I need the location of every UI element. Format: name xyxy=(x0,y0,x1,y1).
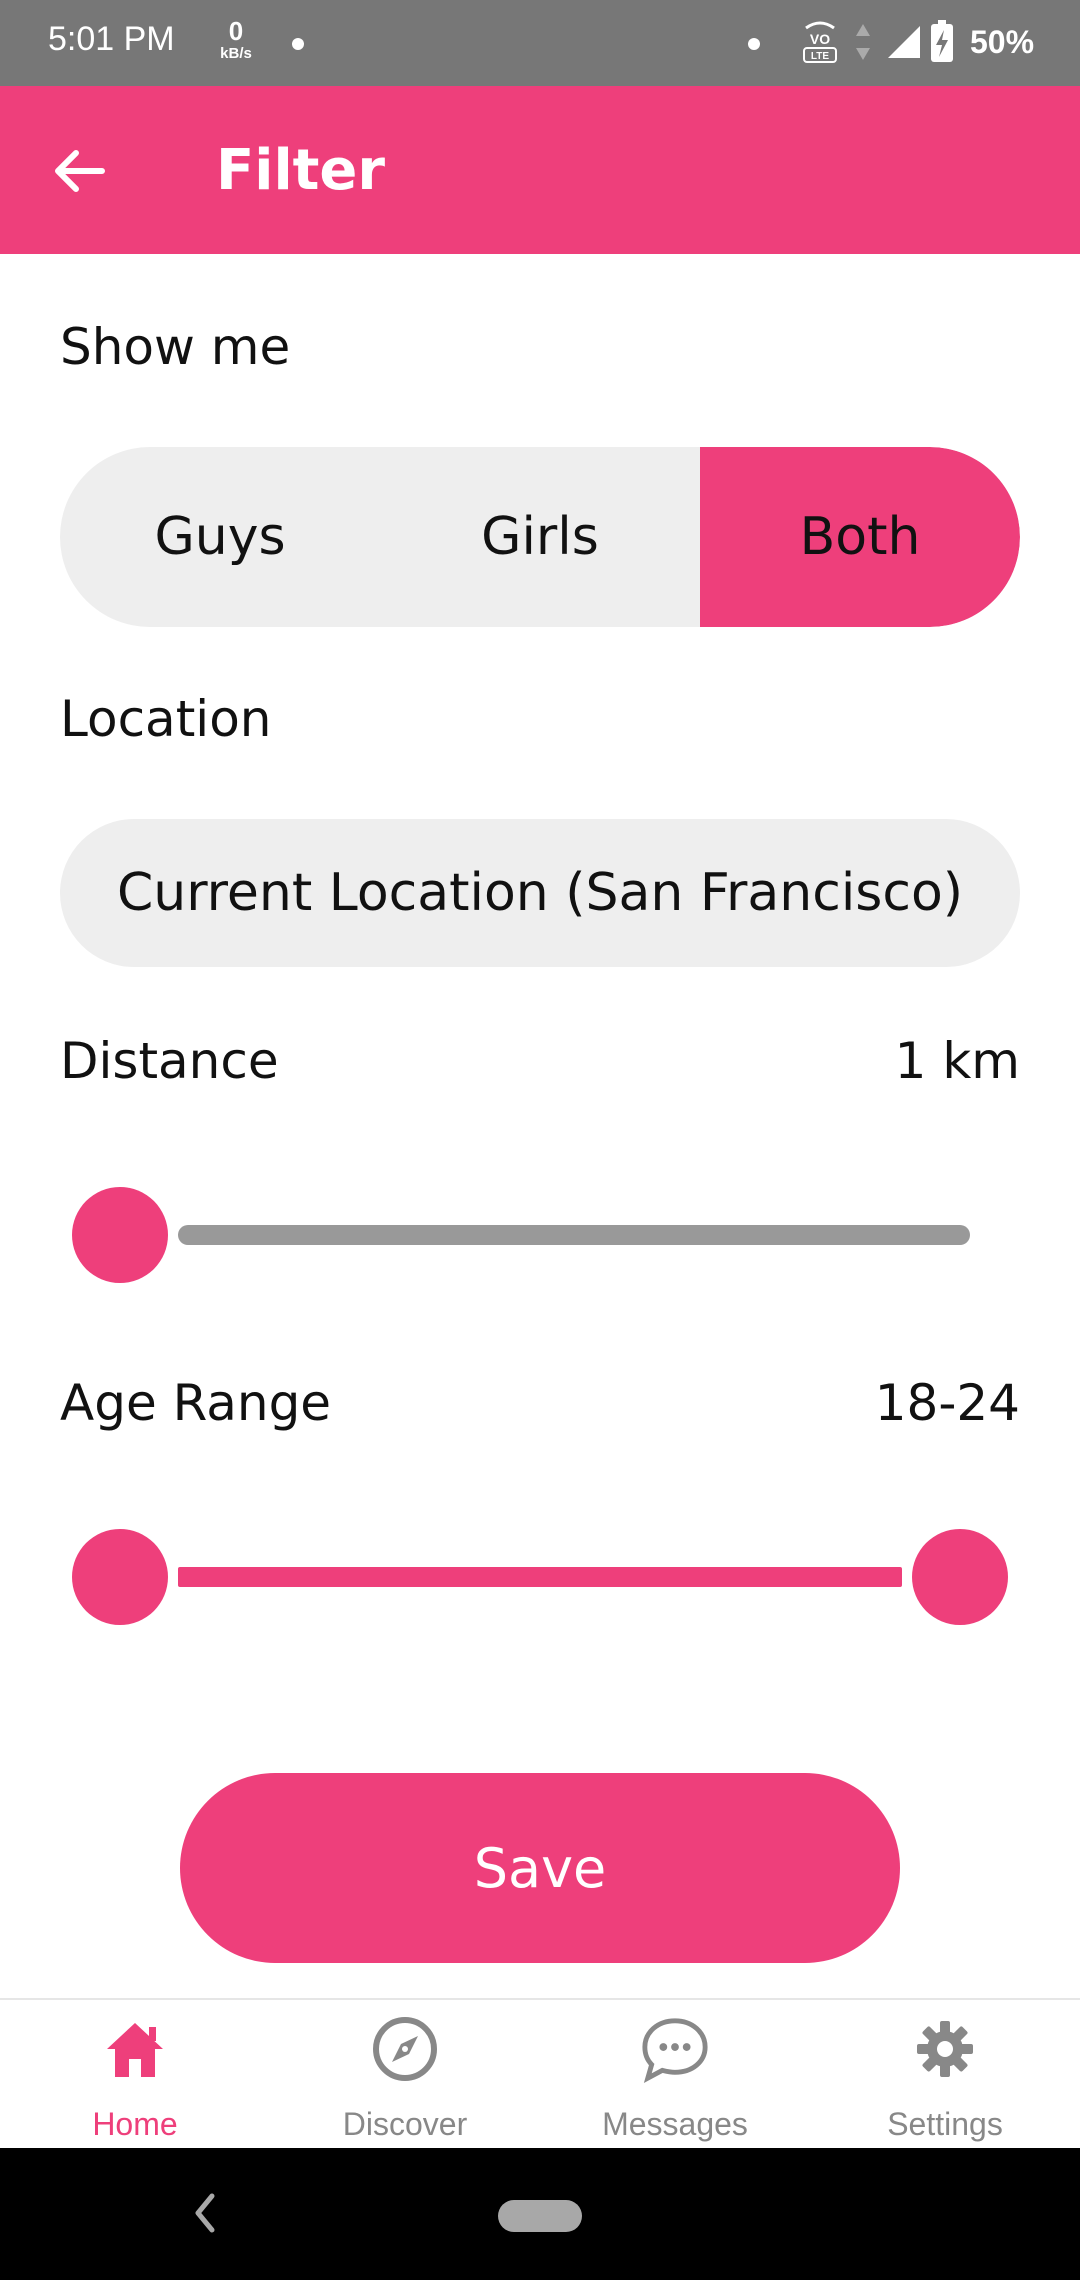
back-button[interactable] xyxy=(44,136,114,206)
svg-text:VO: VO xyxy=(810,31,830,47)
save-button[interactable]: Save xyxy=(180,1773,900,1963)
system-home-pill[interactable] xyxy=(498,2200,582,2232)
app-bar: Filter xyxy=(0,86,1080,254)
nav-item-discover[interactable]: Discover xyxy=(270,2000,540,2150)
distance-label: Distance xyxy=(60,1032,279,1090)
volte-icon: VO LTE xyxy=(800,18,840,69)
network-speed-value: 0 xyxy=(228,16,244,46)
show-me-option-guys[interactable]: Guys xyxy=(60,447,380,627)
nav-item-messages[interactable]: Messages xyxy=(540,2000,810,2150)
show-me-segmented-control: Guys Girls Both xyxy=(60,447,1020,627)
nav-label-settings: Settings xyxy=(887,2106,1003,2142)
data-arrows-icon xyxy=(854,22,872,67)
compass-icon xyxy=(370,2014,440,2084)
system-back-button[interactable] xyxy=(190,2190,220,2240)
battery-percentage: 50% xyxy=(970,24,1035,60)
notification-dot-icon xyxy=(748,38,760,50)
battery-charging-icon xyxy=(930,20,954,69)
nav-label-home: Home xyxy=(92,2106,178,2142)
nav-item-settings[interactable]: Settings xyxy=(810,2000,1080,2150)
gear-icon xyxy=(910,2014,980,2084)
network-speed: 0 kB/s xyxy=(214,18,258,61)
arrow-left-icon xyxy=(55,150,105,192)
nav-label-discover: Discover xyxy=(342,2106,468,2142)
location-label: Location xyxy=(60,690,272,748)
location-field[interactable]: Current Location (San Francisco) xyxy=(60,819,1020,967)
age-range-value: 18-24 xyxy=(874,1374,1020,1432)
show-me-label: Show me xyxy=(60,318,291,376)
svg-text:LTE: LTE xyxy=(811,51,829,62)
distance-value: 1 km xyxy=(894,1032,1020,1090)
bottom-navigation: Home Discover Messages Settings xyxy=(0,1998,1080,2148)
chat-bubble-icon xyxy=(640,2014,710,2084)
age-range-min-thumb[interactable] xyxy=(72,1529,168,1625)
status-bar: 5:01 PM 0 kB/s VO LTE 50% xyxy=(0,0,1080,86)
distance-slider-thumb[interactable] xyxy=(72,1187,168,1283)
show-me-option-girls[interactable]: Girls xyxy=(380,447,700,627)
network-speed-unit: kB/s xyxy=(220,45,252,62)
distance-slider-track[interactable] xyxy=(178,1225,970,1245)
notification-dot-icon xyxy=(292,38,304,50)
status-time: 5:01 PM xyxy=(48,20,175,58)
nav-item-home[interactable]: Home xyxy=(0,2000,270,2150)
age-range-slider-track[interactable] xyxy=(178,1567,902,1587)
system-navigation-bar xyxy=(0,2148,1080,2280)
age-range-label: Age Range xyxy=(60,1374,332,1432)
nav-label-messages: Messages xyxy=(602,2106,748,2142)
signal-icon xyxy=(886,24,922,65)
chevron-left-icon xyxy=(195,2193,215,2233)
page-title: Filter xyxy=(216,138,386,203)
age-range-max-thumb[interactable] xyxy=(912,1529,1008,1625)
home-icon xyxy=(100,2014,170,2084)
show-me-option-both[interactable]: Both xyxy=(700,447,1020,627)
